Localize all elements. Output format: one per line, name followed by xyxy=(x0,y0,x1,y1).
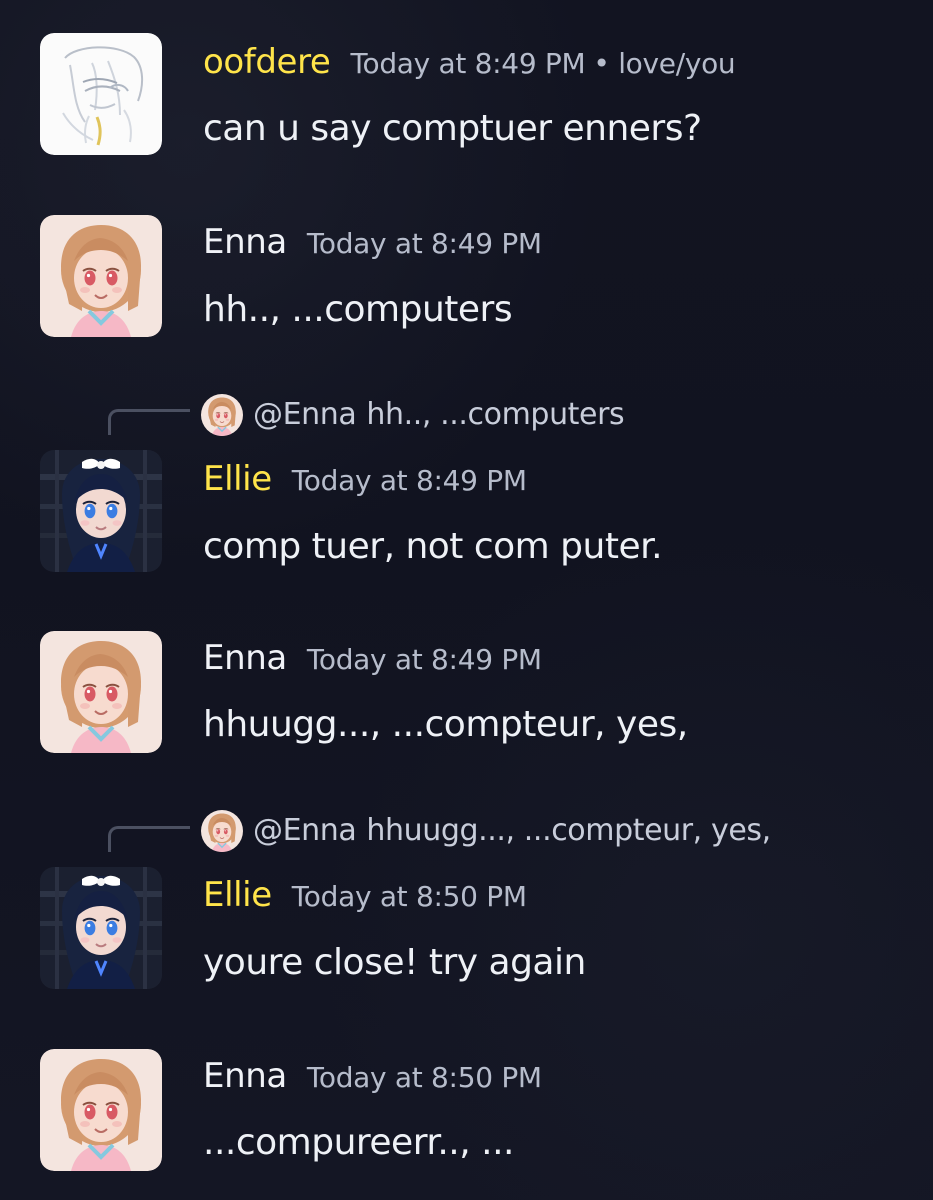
message-header: Enna Today at 8:50 PM xyxy=(203,1059,542,1093)
ellie-avatar-icon[interactable] xyxy=(40,867,162,989)
message-text: hh.., ...computers xyxy=(203,289,513,330)
reply-text: hhuugg..., ...compteur, yes, xyxy=(366,813,771,848)
message-header: Ellie Today at 8:49 PM xyxy=(203,462,527,496)
message-timestamp: Today at 8:49 PM xyxy=(306,643,542,676)
enna-mini-avatar-icon xyxy=(201,810,243,852)
message-item: Enna Today at 8:49 PM hhuugg..., ...comp… xyxy=(0,600,933,790)
message-item: Enna Today at 8:50 PM ...compureerr.., .… xyxy=(0,1018,933,1200)
channel-label: • love/you xyxy=(593,47,736,80)
sketch-avatar-icon[interactable] xyxy=(40,33,162,155)
message-header: Enna Today at 8:49 PM xyxy=(203,225,542,259)
reply-preview[interactable]: @Enna hhuugg..., ...compteur, yes, xyxy=(201,810,771,852)
reply-mention[interactable]: @Enna xyxy=(253,400,357,430)
author-name[interactable]: Ellie xyxy=(203,462,272,496)
message-text: hhuugg..., ...compteur, yes, xyxy=(203,704,688,745)
reply-connector xyxy=(108,409,190,435)
message-timestamp: Today at 8:50 PM xyxy=(306,1061,542,1094)
message-timestamp: Today at 8:49 PM xyxy=(306,227,542,260)
message-item: @Enna hh.., ...computers Ellie Today at … xyxy=(0,388,933,618)
author-name[interactable]: Enna xyxy=(203,641,287,675)
message-header: Ellie Today at 8:50 PM xyxy=(203,878,527,912)
message-text: youre close! try again xyxy=(203,942,586,983)
reply-text: hh.., ...computers xyxy=(366,397,625,432)
message-item: Enna Today at 8:49 PM hh.., ...computers xyxy=(0,182,933,372)
message-text: comp tuer, not com puter. xyxy=(203,526,663,567)
reply-connector xyxy=(108,826,190,852)
author-name[interactable]: Ellie xyxy=(203,878,272,912)
enna-avatar-icon[interactable] xyxy=(40,631,162,753)
reply-preview[interactable]: @Enna hh.., ...computers xyxy=(201,394,625,436)
message-text: can u say comptuer enners? xyxy=(203,108,702,149)
reply-mention[interactable]: @Enna xyxy=(253,816,357,846)
message-item: oofdere Today at 8:49 PM • love/you can … xyxy=(0,0,933,200)
author-name[interactable]: oofdere xyxy=(203,45,331,79)
message-header: Enna Today at 8:49 PM xyxy=(203,641,542,675)
chat-log: oofdere Today at 8:49 PM • love/you can … xyxy=(0,0,933,1200)
ellie-avatar-icon[interactable] xyxy=(40,450,162,572)
message-timestamp: Today at 8:49 PM xyxy=(291,464,527,497)
message-timestamp: Today at 8:50 PM xyxy=(291,880,527,913)
message-item: @Enna hhuugg..., ...compteur, yes, Ellie… xyxy=(0,806,933,1036)
enna-avatar-icon[interactable] xyxy=(40,1049,162,1171)
message-header: oofdere Today at 8:49 PM • love/you xyxy=(203,45,736,80)
message-timestamp: Today at 8:49 PM xyxy=(350,47,586,80)
message-text: ...compureerr.., ... xyxy=(203,1122,514,1163)
enna-avatar-icon[interactable] xyxy=(40,215,162,337)
enna-mini-avatar-icon xyxy=(201,394,243,436)
author-name[interactable]: Enna xyxy=(203,1059,287,1093)
author-name[interactable]: Enna xyxy=(203,225,287,259)
